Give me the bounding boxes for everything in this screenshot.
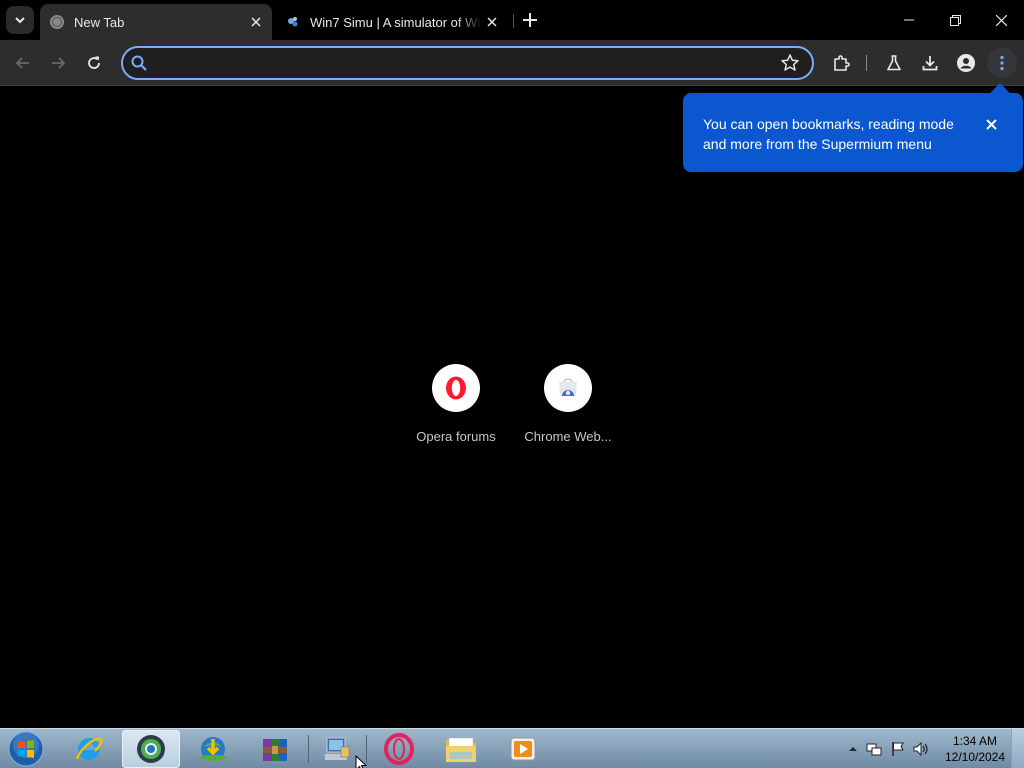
file-explorer-icon [446, 737, 476, 762]
supermium-browser-icon [137, 735, 165, 763]
app-menu-button[interactable] [987, 48, 1017, 78]
show-desktop-button[interactable] [1011, 729, 1024, 768]
plus-icon [523, 13, 537, 27]
close-icon [995, 14, 1007, 26]
tab-close-icon[interactable] [246, 12, 266, 32]
profile-icon [957, 54, 975, 72]
labs-button[interactable] [879, 48, 909, 78]
clock-time: 1:34 AM [952, 734, 998, 748]
taskbar-remote-desktop[interactable] [308, 730, 367, 768]
bubble-message: You can open bookmarks, reading mode and… [703, 114, 971, 154]
shortcut-tile [432, 364, 480, 412]
chevron-down-icon [15, 17, 25, 24]
tab-strip: New Tab Win7 Simu | A simulator of Win [0, 0, 1024, 40]
shortcut-tile [544, 364, 592, 412]
toolbar-divider [866, 55, 867, 71]
show-hidden-icons-icon[interactable] [845, 741, 861, 757]
tab-title: New Tab [74, 14, 125, 30]
screen: New Tab Win7 Simu | A simulator of Win Y… [0, 0, 1024, 768]
shortcut-opera-forums[interactable]: Opera forums [406, 364, 506, 454]
profile-button[interactable] [951, 48, 981, 78]
downloads-button[interactable] [915, 48, 945, 78]
windows-orb-icon [8, 731, 44, 767]
minimize-button[interactable] [886, 0, 932, 40]
taskbar-opera[interactable] [370, 730, 428, 768]
taskbar-download-manager[interactable] [184, 730, 242, 768]
restore-button[interactable] [932, 0, 978, 40]
flask-icon [887, 55, 901, 71]
globe-icon [49, 14, 65, 30]
bookmark-star-icon[interactable] [780, 53, 800, 73]
tab-close-icon[interactable] [482, 12, 502, 32]
close-window-button[interactable] [978, 0, 1024, 40]
bubble-line-1: You can open bookmarks, reading mode [703, 116, 954, 132]
tab-new-tab[interactable]: New Tab [40, 4, 272, 40]
taskbar-media-player[interactable] [494, 730, 552, 768]
tab-win7-simu[interactable]: Win7 Simu | A simulator of Win [276, 4, 508, 40]
bubble-line-2: and more from the Supermium menu [703, 136, 932, 152]
tab-separator [513, 14, 514, 28]
shortcut-label: Chrome Web... [524, 429, 612, 444]
omnibox-input[interactable] [155, 52, 775, 74]
arrow-right-icon [52, 57, 66, 69]
taskbar-file-explorer[interactable] [432, 730, 490, 768]
tab-title: Win7 Simu | A simulator of Win [310, 14, 482, 30]
menu-promo-bubble: You can open bookmarks, reading mode and… [683, 83, 1023, 172]
opera-icon [446, 376, 466, 400]
taskbar-supermium-browser[interactable] [122, 730, 180, 768]
shortcut-label: Opera forums [416, 429, 496, 444]
winrar-icon [263, 739, 287, 761]
puzzle-icon [834, 55, 850, 71]
kebab-menu-icon [1000, 55, 1004, 71]
search-icon [131, 55, 147, 71]
taskbar: 1:34 AM 12/10/2024 [0, 728, 1024, 768]
action-center-flag-icon[interactable] [890, 741, 906, 757]
download-icon [922, 56, 938, 71]
new-tab-button[interactable] [518, 8, 542, 32]
network-icon[interactable] [866, 741, 882, 757]
minimize-icon [904, 19, 914, 21]
arrow-left-icon [15, 57, 29, 69]
toolbar [0, 40, 1024, 86]
taskbar-separator [366, 735, 367, 763]
shortcut-chrome-web-store[interactable]: Chrome Web... [518, 364, 618, 454]
tab-search-button[interactable] [6, 6, 34, 34]
bubble-close-button[interactable] [981, 114, 1001, 134]
address-bar[interactable] [121, 46, 814, 80]
remote-desktop-icon [325, 737, 350, 760]
taskbar-internet-explorer[interactable] [60, 730, 118, 768]
internet-explorer-icon [75, 737, 103, 760]
reload-button[interactable] [79, 48, 109, 78]
back-button[interactable] [8, 48, 38, 78]
taskbar-winrar[interactable] [246, 730, 304, 768]
clock-date: 12/10/2024 [944, 750, 1006, 764]
opera-icon [384, 733, 414, 765]
download-manager-icon [199, 737, 227, 761]
system-clock[interactable]: 1:34 AM 12/10/2024 [940, 733, 1010, 765]
media-player-icon [510, 737, 536, 761]
new-tab-page [0, 87, 1024, 728]
start-button[interactable] [6, 730, 46, 768]
extensions-button[interactable] [826, 48, 856, 78]
forward-button[interactable] [43, 48, 73, 78]
reload-icon [88, 56, 100, 69]
close-icon [985, 118, 997, 130]
restore-icon [949, 14, 961, 26]
chrome-web-store-icon [559, 378, 577, 396]
win7-simu-favicon-icon [285, 14, 301, 30]
volume-icon[interactable] [913, 741, 929, 757]
